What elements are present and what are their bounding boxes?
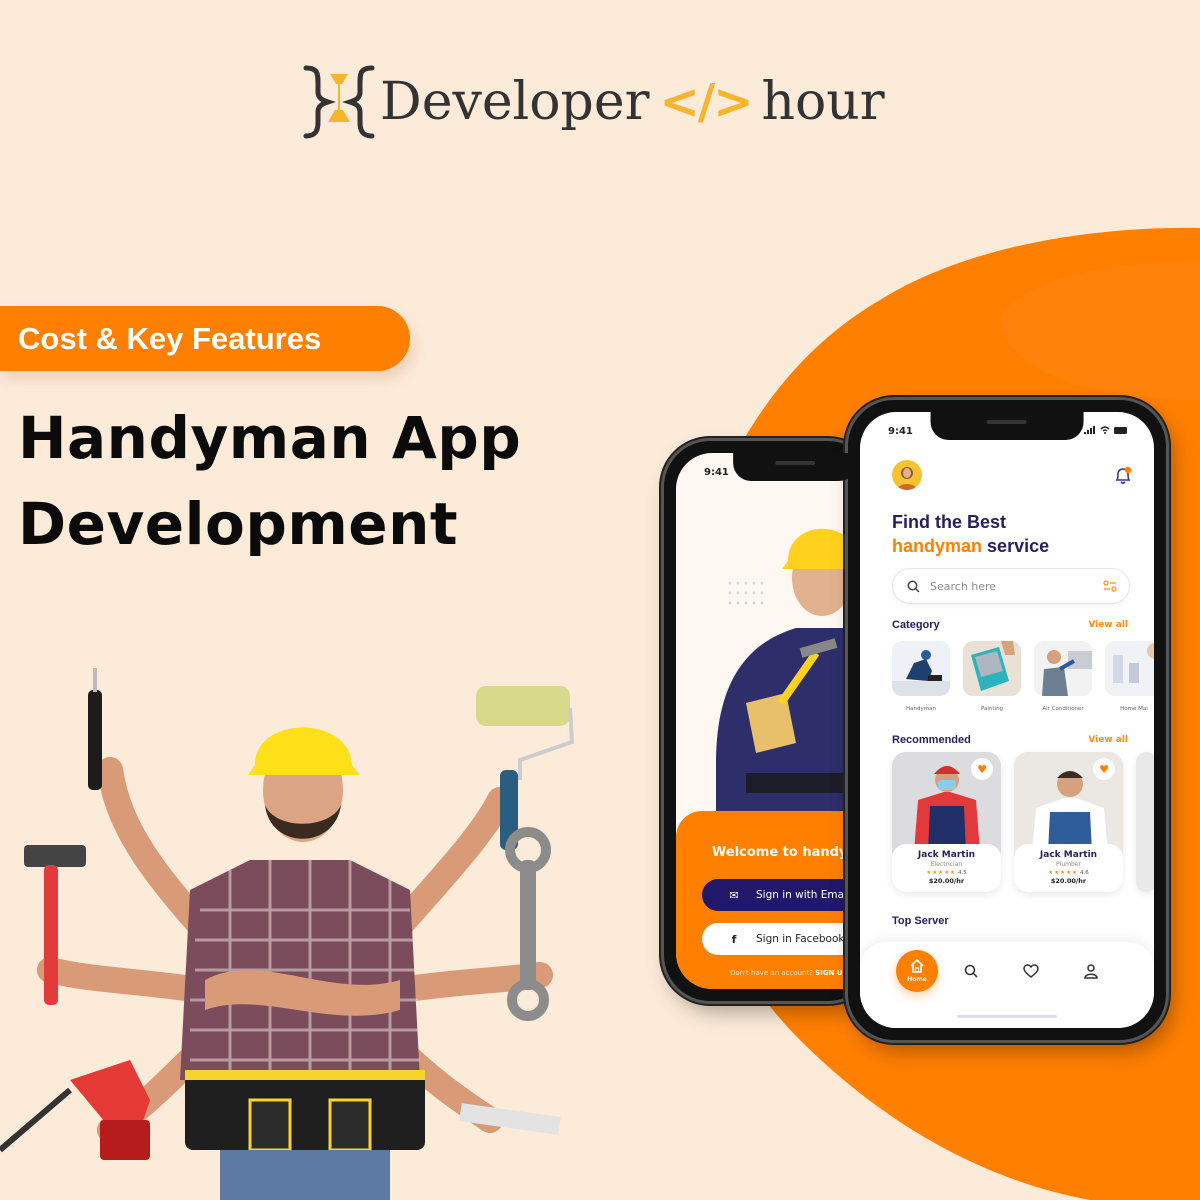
recommended-view-all-link[interactable]: View all [1088, 735, 1128, 745]
nav-home-label: Home [907, 976, 927, 983]
facebook-icon: f [731, 932, 737, 946]
provider-rating: ★★★★★ 4.6 [1014, 870, 1123, 876]
phone-mockup-home: 9:41 Find the Best handyman service Sear… [848, 400, 1166, 1040]
category-image-painting [963, 641, 1021, 696]
category-label: Home Mai [1120, 706, 1148, 712]
search-icon [964, 964, 978, 978]
bottom-navigation: Home [860, 942, 1154, 1028]
provider-price: $20.00/hr [928, 877, 965, 885]
phone-notch [733, 453, 857, 481]
provider-info: Jack Martin Electrician ★★★★★ 4.5 $20.00/… [892, 844, 1001, 892]
home-headline: Find the Best handyman service [892, 510, 1049, 558]
category-item[interactable]: Painting [963, 641, 1021, 712]
tool-belt [185, 1070, 425, 1150]
home-indicator [957, 1015, 1057, 1018]
category-view-all-link[interactable]: View all [1088, 620, 1128, 630]
wifi-icon [1100, 426, 1110, 434]
mail-icon: ✉ [729, 888, 739, 902]
battery-icon [1114, 426, 1127, 434]
title-line-1: Handyman App [18, 404, 522, 472]
page-title: Handyman App Development [18, 395, 521, 567]
filter-icon[interactable] [1103, 580, 1117, 592]
provider-card-partial[interactable] [1136, 752, 1154, 892]
home-screen: 9:41 Find the Best handyman service Sear… [860, 412, 1154, 1028]
hard-hat [248, 727, 360, 775]
status-time: 9:41 [888, 426, 913, 437]
brand-name-primary: Developer [380, 72, 650, 132]
rating-value: 4.6 [1079, 870, 1089, 876]
category-item[interactable]: Handyman [892, 641, 950, 712]
nav-home-button[interactable]: Home [896, 950, 938, 992]
category-list: Handyman Painting Air Conditioner Home M… [892, 641, 1154, 712]
star-icons: ★★★★★ [1048, 870, 1078, 876]
signup-link[interactable]: SIGN UP [815, 969, 848, 977]
provider-info: Jack Martin Plumber ★★★★★ 4.6 $20.00/hr [1014, 844, 1123, 892]
brand-logo: Developer </> hour [300, 62, 885, 142]
phone-mockup-welcome: 9:41 Welcome to handyman ✉ Sign in with … [664, 441, 874, 1001]
headline-accent: handyman [892, 536, 983, 556]
provider-role: Plumber [1056, 861, 1081, 868]
user-avatar[interactable] [892, 460, 922, 490]
topic-badge: Cost & Key Features [0, 306, 410, 371]
status-icons [1084, 426, 1128, 434]
rating-value: 4.5 [957, 870, 967, 876]
nav-favorites-button[interactable] [1020, 960, 1042, 982]
category-label: Painting [980, 706, 1004, 712]
heart-icon: ♥ [977, 762, 987, 776]
provider-rating: ★★★★★ 4.5 [892, 870, 1001, 876]
sign-in-email-label: Sign in with Email [756, 889, 850, 901]
sign-in-facebook-label: Sign in Facebook [756, 933, 845, 945]
search-icon [907, 580, 920, 593]
heart-icon [1023, 964, 1039, 978]
star-icons: ★★★★★ [926, 870, 956, 876]
category-item[interactable]: Air Conditioner [1034, 641, 1092, 712]
category-label: Handyman [906, 706, 936, 712]
title-line-2: Development [18, 490, 459, 558]
search-placeholder: Search here [930, 579, 997, 593]
headline-line-1: Find the Best [892, 512, 1007, 532]
screwdriver-icon [88, 690, 102, 790]
provider-price: $20.00/hr [1050, 877, 1087, 885]
search-input[interactable]: Search here [892, 568, 1130, 604]
welcome-panel: Welcome to handyman ✉ Sign in with Email… [676, 811, 874, 989]
category-item[interactable]: Home Mai [1105, 641, 1154, 712]
headline-rest: service [987, 536, 1050, 556]
signal-icon [1084, 426, 1095, 434]
code-brackets-icon: </> [659, 74, 753, 130]
brand-name-secondary: hour [761, 72, 885, 132]
home-icon [910, 958, 924, 973]
status-time: 9:41 [704, 467, 729, 478]
category-image-handyman [892, 641, 950, 696]
heart-icon: ♥ [1099, 762, 1109, 776]
hourglass-brace-icon [303, 65, 375, 139]
category-image-home-maintenance [1105, 641, 1154, 696]
folding-ruler-icon [459, 1103, 561, 1135]
wrench-icon [505, 827, 551, 1021]
provider-name: Jack Martin [917, 850, 976, 860]
worker-hero-photo [716, 528, 874, 823]
nav-profile-button[interactable] [1080, 960, 1102, 982]
phone-notch [930, 412, 1084, 440]
category-image-air-conditioner [1034, 641, 1092, 696]
provider-name: Jack Martin [1039, 850, 1098, 860]
signup-prompt-text: Don't have an account? [730, 969, 813, 977]
provider-card[interactable]: ♥ Jack Martin Electrician ★★★★★ 4.5 $20.0… [892, 752, 1001, 892]
provider-card[interactable]: ♥ Jack Martin Plumber ★★★★★ 4.6 $20.00/hr [1014, 752, 1123, 892]
headline-line-2: handyman service [892, 534, 1049, 558]
handyman-illustration [0, 668, 575, 1200]
recommended-heading: Recommended [892, 734, 971, 746]
category-heading: Category [892, 619, 940, 631]
favorite-button[interactable]: ♥ [1093, 758, 1115, 780]
user-icon [1084, 963, 1098, 979]
nav-search-button[interactable] [960, 960, 982, 982]
notification-bell-icon[interactable] [1114, 466, 1132, 486]
signup-prompt: Don't have an account? SIGN UP [730, 969, 848, 977]
welcome-screen: 9:41 Welcome to handyman ✉ Sign in with … [676, 453, 874, 989]
favorite-button[interactable]: ♥ [971, 758, 993, 780]
category-label: Air Conditioner [1042, 706, 1084, 712]
recommended-list: ♥ Jack Martin Electrician ★★★★★ 4.5 $20.0… [892, 752, 1154, 892]
top-server-heading: Top Server [892, 915, 949, 927]
drill-icon [0, 1060, 150, 1160]
provider-role: Electrician [930, 861, 963, 868]
